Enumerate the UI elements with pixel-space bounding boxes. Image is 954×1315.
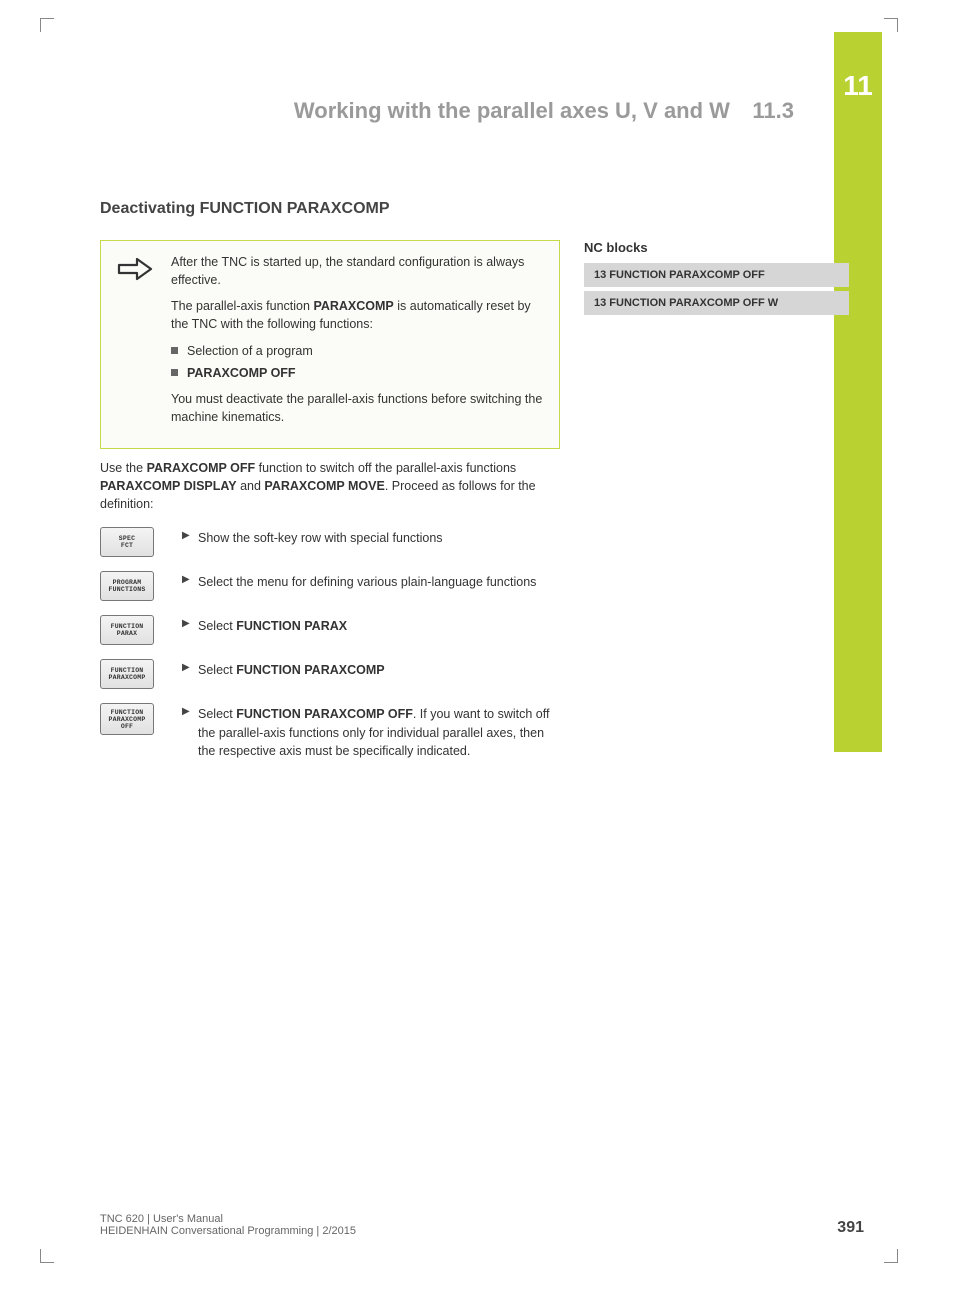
note-p2: The parallel-axis function PARAXCOMP is … [171, 297, 545, 333]
footer-line2: HEIDENHAIN Conversational Programming | … [100, 1225, 356, 1237]
footer-left: TNC 620 | User's Manual HEIDENHAIN Conve… [100, 1213, 356, 1237]
step-row: PROGRAM FUNCTIONS Select the menu for de… [100, 571, 560, 601]
page-header: Working with the parallel axes U, V and … [100, 98, 814, 124]
page-content: Deactivating FUNCTION PARAXCOMP After th… [100, 200, 850, 774]
note-bullet: Selection of a program [171, 342, 545, 360]
step-text: Select FUNCTION PARAXCOMP [182, 659, 560, 679]
step-row: FUNCTION PARAXCOMP Select FUNCTION PARAX… [100, 659, 560, 689]
softkey-program-functions: PROGRAM FUNCTIONS [100, 571, 154, 601]
crop-mark [884, 1249, 898, 1263]
step-text: Show the soft-key row with special funct… [182, 527, 560, 547]
step-text: Select the menu for defining various pla… [182, 571, 560, 591]
note-box: After the TNC is started up, the standar… [100, 240, 560, 449]
step-row: FUNCTION PARAXCOMP OFF Select FUNCTION P… [100, 703, 560, 759]
page-number: 391 [837, 1219, 864, 1237]
footer-line1: TNC 620 | User's Manual [100, 1213, 356, 1225]
softkey-function-paraxcomp: FUNCTION PARAXCOMP [100, 659, 154, 689]
page-footer: TNC 620 | User's Manual HEIDENHAIN Conve… [100, 1213, 864, 1237]
intro-paragraph: Use the PARAXCOMP OFF function to switch… [100, 459, 560, 513]
step-text: Select FUNCTION PARAXCOMP OFF. If you wa… [182, 703, 560, 759]
step-text: Select FUNCTION PARAX [182, 615, 560, 635]
step-row: SPEC FCT Show the soft-key row with spec… [100, 527, 560, 557]
nc-block-row: 13 FUNCTION PARAXCOMP OFF W [584, 291, 849, 315]
section-title: Deactivating FUNCTION PARAXCOMP [100, 200, 850, 218]
crop-mark [40, 1249, 54, 1263]
note-p3: You must deactivate the parallel-axis fu… [171, 390, 545, 426]
crop-mark [884, 18, 898, 32]
note-bullet-list: Selection of a program PARAXCOMP OFF [171, 342, 545, 382]
softkey-function-parax: FUNCTION PARAX [100, 615, 154, 645]
softkey-spec-fct: SPEC FCT [100, 527, 154, 557]
steps-list: SPEC FCT Show the soft-key row with spec… [100, 527, 560, 759]
header-title: Working with the parallel axes U, V and … [294, 98, 730, 123]
note-p1: After the TNC is started up, the standar… [171, 253, 545, 289]
header-section: 11.3 [752, 98, 794, 123]
step-row: FUNCTION PARAX Select FUNCTION PARAX [100, 615, 560, 645]
chapter-number: 11 [834, 32, 882, 102]
nc-blocks-title: NC blocks [584, 240, 849, 255]
arrow-right-icon [115, 253, 157, 434]
crop-mark [40, 18, 54, 32]
note-bullet: PARAXCOMP OFF [171, 364, 545, 382]
nc-block-row: 13 FUNCTION PARAXCOMP OFF [584, 263, 849, 287]
note-body: After the TNC is started up, the standar… [171, 253, 545, 434]
softkey-function-paraxcomp-off: FUNCTION PARAXCOMP OFF [100, 703, 154, 735]
